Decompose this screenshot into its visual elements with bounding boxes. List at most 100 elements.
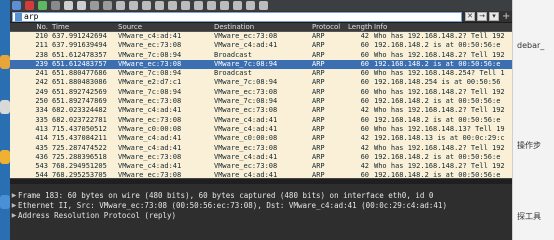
desktop-icon[interactable]	[0, 150, 10, 164]
packet-row[interactable]: 211 637.991639494 VMware_ec:73:08 VMware_c4…	[10, 41, 512, 51]
options-gear-icon[interactable]	[51, 1, 60, 10]
detail-text: Ethernet II, Src: VMware_ec:73:08 (00:50…	[18, 200, 447, 210]
detail-row-frame[interactable]: ▶ Frame 183: 60 bytes on wire (480 bits)…	[10, 190, 512, 200]
packet-row-selected[interactable]: 239 651.612483757 VMware_ec:73:08 VMware_7c…	[10, 59, 512, 70]
cell-time: 637.991639494	[52, 41, 107, 50]
close-file-icon[interactable]	[90, 1, 99, 10]
cell-source: VMware_c4:ad:41	[118, 162, 182, 171]
cell-no: 436	[35, 152, 48, 161]
cell-source: VMware_c4:ad:41	[118, 134, 182, 143]
first-packet-icon[interactable]	[168, 1, 177, 10]
last-packet-icon[interactable]	[181, 1, 190, 10]
cell-source: VMware_7c:08:94	[118, 50, 182, 59]
column-header-length[interactable]: Length	[346, 23, 372, 31]
column-header-time[interactable]: Time	[50, 23, 116, 31]
clear-filter-icon[interactable]: ✕	[465, 12, 475, 21]
cell-protocol: ARP	[312, 143, 325, 152]
detail-row-arp[interactable]: ▶ Address Resolution Protocol (reply)	[10, 210, 512, 220]
cell-destination: Broadcast	[214, 50, 252, 59]
cell-destination: VMware_c0:00:08	[214, 134, 278, 143]
expand-arrow-icon[interactable]: ▶	[10, 212, 18, 219]
detail-row-ethernet[interactable]: ▶ Ethernet II, Src: VMware_ec:73:08 (00:…	[10, 200, 512, 210]
cell-info: 192.168.148.13 is at 00:0c:29:c	[374, 134, 505, 143]
wireshark-window: arp ✕ → ▾ + No. Time Source Destination …	[10, 0, 512, 240]
cell-source: VMware_7c:08:94	[118, 69, 182, 78]
colorize-icon[interactable]	[207, 1, 216, 10]
packet-row[interactable]: 413 715.437050512 VMware_c0:00:08 VMware_c4…	[10, 124, 512, 135]
go-to-packet-icon[interactable]	[155, 1, 164, 10]
cell-time: 725.287474522	[52, 143, 107, 152]
desktop-icon[interactable]	[0, 195, 10, 209]
recent-filters-icon[interactable]: ▾	[489, 12, 499, 21]
packet-row[interactable]: 238 651.612478357 VMware_7c:08:94 Broadcast…	[10, 50, 512, 60]
cell-length: 60	[360, 152, 369, 161]
cell-info: 192.168.148.2 is at 00:50:56:e	[374, 97, 501, 106]
column-header-source[interactable]: Source	[116, 23, 212, 31]
cell-no: 249	[35, 87, 48, 96]
column-header-no[interactable]: No.	[10, 23, 50, 31]
cell-protocol: ARP	[312, 69, 325, 78]
desktop-icon[interactable]	[0, 55, 10, 69]
cell-destination: VMware_7c:08:94	[214, 78, 278, 87]
start-capture-icon[interactable]	[12, 1, 21, 10]
go-forward-icon[interactable]	[142, 1, 151, 10]
reload-icon[interactable]	[103, 1, 112, 10]
restart-capture-icon[interactable]	[38, 1, 47, 10]
packet-row[interactable]: 543 768.294951205 VMware_c4:ad:41 VMware_ec…	[10, 162, 512, 172]
apply-filter-icon[interactable]: →	[477, 12, 487, 21]
cell-source: VMware_ec:73:08	[118, 59, 182, 68]
add-filter-button-icon[interactable]: +	[502, 12, 510, 22]
cell-time: 715.437050512	[52, 124, 107, 133]
cell-length: 42	[360, 106, 369, 115]
cell-destination: VMware_7c:08:94	[214, 97, 278, 106]
packet-row[interactable]: 249 651.892742569 VMware_7c:08:94 VMware_ec…	[10, 87, 512, 98]
column-header-protocol[interactable]: Protocol	[310, 23, 346, 31]
column-header-destination[interactable]: Destination	[212, 23, 310, 31]
cell-protocol: ARP	[312, 32, 325, 40]
cell-length: 60	[360, 97, 369, 106]
cell-info: Who has 192.168.148.2? Tell 192	[374, 143, 505, 152]
cell-time: 637.991242694	[52, 32, 107, 40]
resize-columns-icon[interactable]	[259, 1, 268, 10]
cell-no: 238	[35, 50, 48, 59]
cell-length: 42	[360, 143, 369, 152]
cell-destination: VMware_ec:73:08	[214, 87, 278, 96]
display-filter-input[interactable]: arp	[12, 11, 462, 22]
zoom-out-icon[interactable]	[233, 1, 242, 10]
detail-text: Address Resolution Protocol (reply)	[18, 210, 177, 220]
cell-destination: VMware_c4:ad:41	[214, 124, 278, 133]
packet-row[interactable]: 250 651.892747869 VMware_ec:73:08 VMware_7c…	[10, 97, 512, 107]
expand-arrow-icon[interactable]: ▶	[10, 192, 18, 199]
cell-length: 42	[360, 134, 369, 143]
packet-row[interactable]: 334 682.023324482 VMware_c4:ad:41 VMware_ec…	[10, 106, 512, 116]
stop-capture-icon[interactable]	[25, 1, 34, 10]
normal-size-icon[interactable]	[246, 1, 255, 10]
bookmark-icon[interactable]	[15, 12, 22, 21]
packet-rows: 210 637.991242694 VMware_c4:ad:41 VMware_ec…	[10, 32, 512, 178]
packet-row[interactable]: 435 725.287474522 VMware_c4:ad:41 VMware_ec…	[10, 143, 512, 153]
cell-info: 192.168.148.254 is at 00:50:56	[374, 78, 501, 87]
packet-row[interactable]: 210 637.991242694 VMware_c4:ad:41 VMware_ec…	[10, 32, 512, 42]
cell-info: Who has 192.168.148.2? Tell 192	[374, 162, 505, 171]
packet-row[interactable]: 242 651.880483086 VMware_e2:d7:c1 VMware_7c…	[10, 78, 512, 88]
packet-row[interactable]: 414 715.437084211 VMware_c4:ad:41 VMware_c0…	[10, 134, 512, 144]
go-back-icon[interactable]	[129, 1, 138, 10]
cell-info: 192.168.148.2 is at 00:50:56:e	[374, 41, 501, 50]
cell-protocol: ARP	[312, 124, 325, 133]
packet-row[interactable]: 436 725.288396518 VMware_ec:73:08 VMware_c4…	[10, 152, 512, 163]
column-header-info[interactable]: Info	[372, 23, 512, 31]
autoscroll-icon[interactable]	[194, 1, 203, 10]
search-icon[interactable]	[116, 1, 125, 10]
open-file-icon[interactable]	[64, 1, 73, 10]
cell-destination: VMware_ec:73:08	[214, 106, 278, 115]
cell-info: 192.168.148.2 is at 00:50:56:e	[374, 152, 501, 161]
desktop-icon[interactable]	[0, 100, 10, 114]
packet-row[interactable]: 335 682.023722781 VMware_ec:73:08 VMware_c4…	[10, 115, 512, 125]
expand-arrow-icon[interactable]: ▶	[10, 202, 18, 209]
save-file-icon[interactable]	[77, 1, 86, 10]
packet-row[interactable]: 241 651.880477686 VMware_7c:08:94 Broadcast…	[10, 69, 512, 79]
cell-protocol: ARP	[312, 106, 325, 115]
zoom-in-icon[interactable]	[220, 1, 229, 10]
cell-protocol: ARP	[312, 41, 325, 50]
cell-no: 210	[35, 32, 48, 40]
